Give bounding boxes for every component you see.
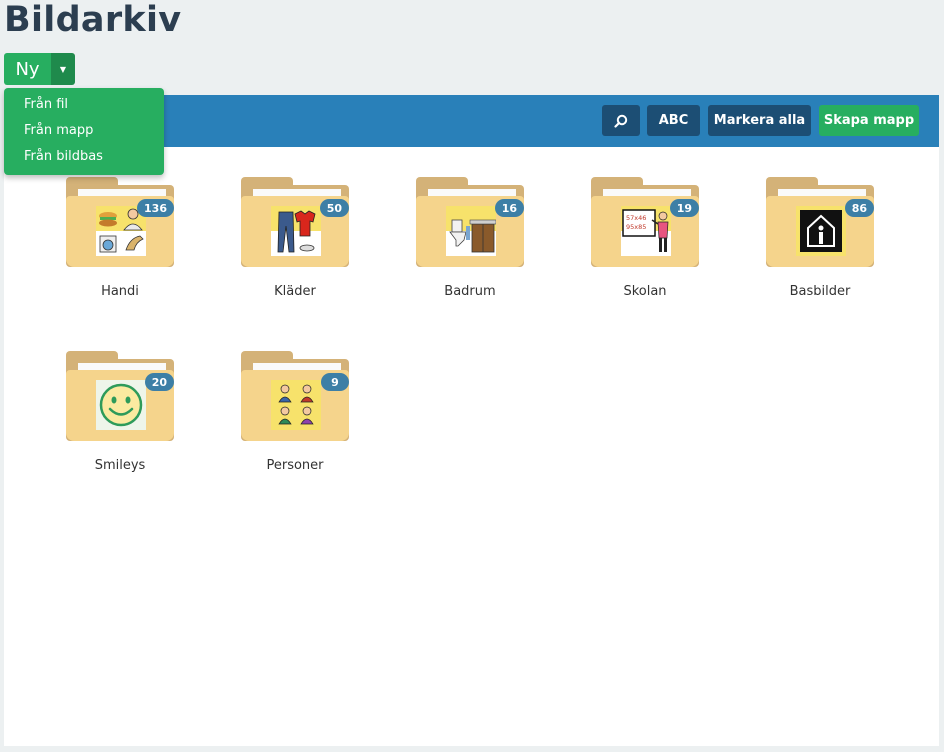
folder-icon: 16: [416, 177, 524, 267]
select-all-button[interactable]: Markera alla: [708, 105, 811, 136]
folder-label: Smileys: [94, 458, 146, 473]
folder-label: Kläder: [274, 284, 316, 299]
image-count-badge: 86: [844, 199, 874, 217]
folder-label: Handi: [101, 284, 139, 299]
folder-icon: 50: [241, 177, 349, 267]
folder-icon: 86: [766, 177, 874, 267]
image-count-badge: 20: [144, 373, 174, 391]
folder-label: Personer: [266, 458, 324, 473]
image-count-badge: 50: [319, 199, 349, 217]
search-icon: [614, 114, 628, 128]
folder-item[interactable]: 86 Basbilder: [729, 177, 879, 317]
menu-item-from-folder[interactable]: Från mapp: [4, 122, 164, 148]
folder-item[interactable]: 16 Badrum: [379, 177, 529, 317]
basbilder-thumbnail: [796, 206, 846, 256]
image-count-badge: 9: [321, 373, 349, 391]
menu-item-from-image-base[interactable]: Från bildbas: [4, 148, 164, 174]
image-count-badge: 19: [669, 199, 699, 217]
board-text-1: 57x46: [626, 214, 646, 222]
smileys-thumbnail: [96, 380, 146, 430]
badrum-thumbnail: [446, 206, 496, 256]
personer-thumbnail: [271, 380, 321, 430]
new-button[interactable]: Ny: [4, 53, 51, 85]
page-title: Bildarkiv: [4, 0, 182, 40]
folder-label: Badrum: [444, 284, 496, 299]
new-dropdown-toggle[interactable]: ▼: [51, 53, 75, 85]
search-button[interactable]: [602, 105, 640, 136]
new-dropdown-menu: Från fil Från mapp Från bildbas: [4, 88, 164, 175]
image-count-badge: 136: [137, 199, 174, 217]
folder-icon: 57x46 95x85 19: [591, 177, 699, 267]
folder-icon: 9: [241, 351, 349, 441]
folder-item[interactable]: 20 Smileys: [29, 351, 179, 491]
board-text-2: 95x85: [626, 223, 646, 231]
image-count-badge: 16: [494, 199, 524, 217]
new-button-group: Ny ▼: [4, 53, 75, 85]
folder-icon: 20: [66, 351, 174, 441]
caret-down-icon: ▼: [59, 64, 67, 74]
folder-item[interactable]: 50 Kläder: [204, 177, 354, 317]
create-folder-button[interactable]: Skapa mapp: [819, 105, 919, 136]
folder-item[interactable]: 136 Handi: [29, 177, 179, 317]
folder-icon: 136: [66, 177, 174, 267]
folder-item[interactable]: 9 Personer: [204, 351, 354, 491]
kladder-thumbnail: [271, 206, 321, 256]
folder-label: Skolan: [623, 284, 667, 299]
folder-item[interactable]: 57x46 95x85 19 Skolan: [554, 177, 704, 317]
sort-abc-button[interactable]: ABC: [647, 105, 700, 136]
archive-panel: ABC Markera alla Skapa mapp 136 Handi 50…: [4, 95, 939, 746]
menu-item-from-file[interactable]: Från fil: [4, 96, 164, 122]
folder-label: Basbilder: [789, 284, 851, 299]
skolan-thumbnail: 57x46 95x85: [621, 206, 671, 256]
